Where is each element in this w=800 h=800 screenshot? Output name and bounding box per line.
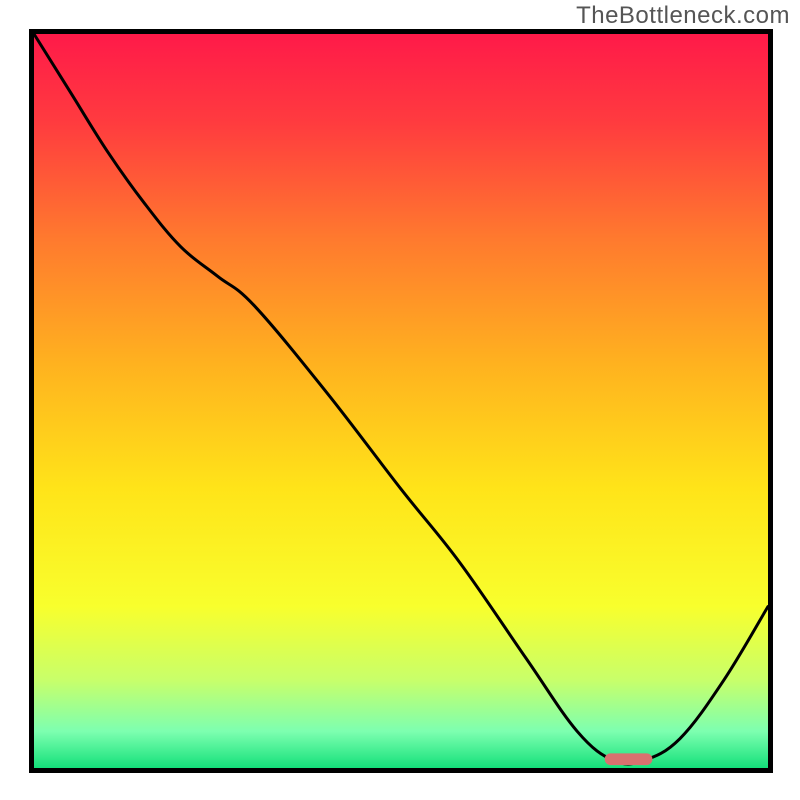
plot-background — [34, 34, 768, 768]
chart-svg — [0, 0, 800, 800]
watermark-text: TheBottleneck.com — [576, 2, 790, 30]
target-marker — [605, 753, 653, 765]
